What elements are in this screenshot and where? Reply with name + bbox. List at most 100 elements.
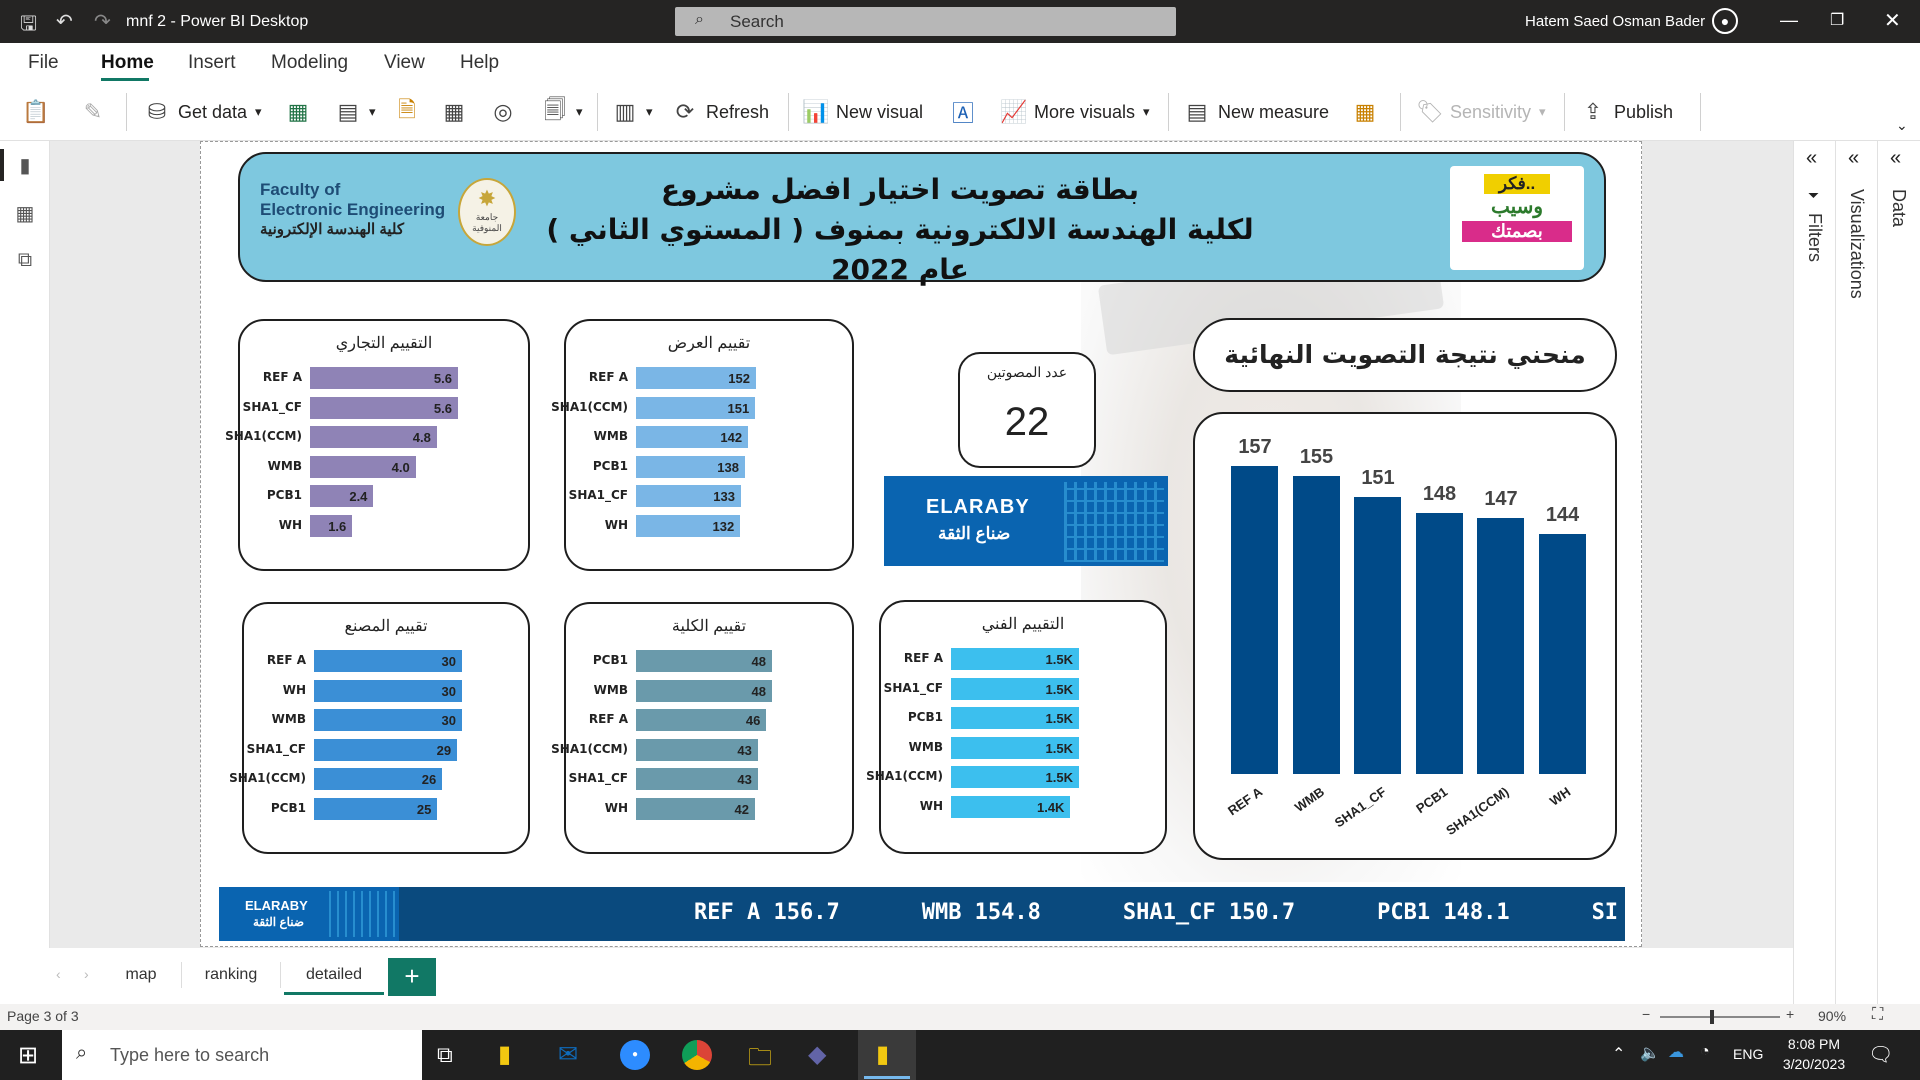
dataverse-button[interactable]: ◎ (490, 83, 516, 141)
tab-ranking[interactable]: ranking (190, 956, 272, 994)
sql-button[interactable]: 🗎 (394, 83, 420, 141)
volume-icon[interactable]: 🔈 (1640, 1043, 1660, 1063)
tab-map[interactable]: map (106, 956, 176, 994)
restore-icon[interactable]: ❐ (1830, 10, 1844, 30)
model-view-icon[interactable]: ⧉ (12, 249, 38, 275)
bar[interactable]: 1.5K (951, 766, 1079, 788)
windows-start-icon[interactable]: ⊞ (18, 1041, 38, 1070)
card-commercial-rating[interactable]: التقييم التجاري REF A 5.6 SHA1_CF 5.6 SHA1(CC… (225, 319, 530, 571)
bar[interactable]: 1.6 (310, 514, 353, 537)
wifi-icon[interactable]: ◔ (1700, 1043, 1710, 1061)
bar-row[interactable]: REF A 152 (589, 367, 756, 389)
powerbi-active-icon[interactable]: ▮ (876, 1040, 889, 1069)
bar-row[interactable]: SHA1(CCM) 151 (551, 396, 756, 419)
bar-row[interactable]: SHA1(CCM) 4.8 (225, 426, 458, 448)
bar[interactable]: 1.5K (951, 736, 1079, 759)
bar[interactable]: 2.4 (310, 485, 374, 507)
close-icon[interactable]: ✕ (1884, 8, 1901, 33)
column-bar[interactable] (1477, 518, 1524, 774)
excel-button[interactable]: ▦ (285, 83, 311, 141)
bar-row[interactable]: SHA1(CCM) 1.5K (866, 766, 1079, 788)
sensitivity-button[interactable]: 🏷 Sensitivity ▾ (1416, 83, 1546, 141)
bar[interactable]: 132 (636, 514, 741, 537)
outlook-icon[interactable]: ✉ (558, 1040, 578, 1069)
bar[interactable]: 5.6 (310, 367, 458, 389)
next-page-icon[interactable]: › (84, 966, 89, 982)
bar[interactable]: 4.8 (310, 426, 437, 448)
bar[interactable]: 152 (636, 367, 756, 389)
paste-button[interactable]: 📋 (22, 83, 49, 141)
datahub-button[interactable]: ▤ ▾ (335, 83, 376, 141)
zoom-slider-handle[interactable] (1710, 1010, 1714, 1024)
bar-row[interactable]: SHA1_CF 5.6 (243, 396, 458, 419)
bar-row[interactable]: REF A 46 (589, 709, 772, 731)
bar[interactable]: 138 (636, 455, 745, 478)
quick-measure-button[interactable]: ▦ (1352, 83, 1378, 141)
enter-data-button[interactable]: ▦ (441, 83, 467, 141)
expand-icon[interactable]: « (1806, 147, 1817, 170)
bar-row[interactable]: WMB 30 (272, 709, 462, 731)
bar-row[interactable]: PCB1 48 (593, 650, 772, 672)
bar[interactable]: 42 (636, 797, 755, 820)
filters-pane[interactable]: « ⏷ Filters (1794, 141, 1836, 1004)
column-bar[interactable] (1231, 466, 1278, 774)
menu-insert[interactable]: Insert (188, 52, 236, 74)
taskbar-search[interactable]: ⌕ Type here to search (62, 1030, 422, 1080)
bar-row[interactable]: REF A 1.5K (904, 648, 1079, 670)
bar-row[interactable]: WH 42 (605, 797, 772, 820)
menu-file[interactable]: File (28, 52, 59, 74)
zoom-app-icon[interactable]: ● (620, 1040, 650, 1070)
menu-help[interactable]: Help (460, 52, 499, 74)
language-indicator[interactable]: ENG (1733, 1046, 1763, 1062)
add-page-button[interactable]: + (388, 958, 436, 996)
redo-icon[interactable]: ↷ (94, 9, 111, 34)
get-data-button[interactable]: ⛁ Get data ▾ (144, 83, 262, 141)
bar[interactable]: 29 (314, 738, 458, 761)
bar-row[interactable]: WH 1.6 (279, 514, 458, 537)
menu-modeling[interactable]: Modeling (271, 52, 348, 74)
final-result-chart[interactable]: 157 REF A 155 WMB 151 SHA1_CF 148 PCB1 147 SHA1(C… (1193, 412, 1617, 860)
bar-row[interactable]: WMB 1.5K (909, 736, 1079, 759)
chrome-icon[interactable] (682, 1040, 712, 1070)
publish-button[interactable]: ⇪ Publish (1580, 83, 1673, 141)
zoom-in-icon[interactable]: + (1786, 1006, 1794, 1022)
bar-row[interactable]: PCB1 138 (593, 455, 756, 478)
recent-sources-button[interactable]: 🗐 ▾ (542, 83, 583, 141)
bar[interactable]: 25 (314, 797, 438, 820)
bar[interactable]: 133 (636, 485, 741, 507)
bar-row[interactable]: WMB 142 (594, 426, 756, 448)
column-bar[interactable] (1354, 497, 1401, 774)
bar[interactable]: 1.4K (951, 795, 1071, 818)
tray-chevron-icon[interactable]: ⌃ (1612, 1044, 1625, 1064)
bar-row[interactable]: REF A 30 (267, 650, 462, 672)
menu-view[interactable]: View (384, 52, 425, 74)
bar[interactable]: 4.0 (310, 455, 416, 478)
powerbi-taskbar-icon[interactable]: ▮ (498, 1040, 511, 1069)
expand-icon[interactable]: « (1890, 147, 1901, 170)
zoom-slider[interactable] (1660, 1016, 1780, 1018)
expand-icon[interactable]: « (1848, 147, 1859, 170)
bar[interactable]: 5.6 (310, 396, 458, 419)
format-painter-button[interactable]: ✎ (80, 83, 106, 141)
card-faculty-rating[interactable]: تقييم الكلية PCB1 48 WMB 48 REF A 46 SHA1(CCM) 4… (551, 602, 854, 854)
bar-row[interactable]: WH 30 (283, 679, 462, 702)
bar-row[interactable]: WH 132 (605, 514, 756, 537)
card-presentation-rating[interactable]: تقييم العرض REF A 152 SHA1(CCM) 151 WMB 142 PCB… (551, 319, 854, 571)
bar-row[interactable]: PCB1 2.4 (267, 485, 458, 507)
zoom-out-icon[interactable]: − (1642, 1006, 1650, 1022)
avatar-icon[interactable]: ● (1712, 8, 1738, 34)
notifications-icon[interactable]: 🗨 (1868, 1042, 1893, 1067)
transform-button[interactable]: ▥ ▾ (612, 83, 653, 141)
voters-card[interactable]: عدد المصوتين 22 (958, 352, 1096, 468)
card-technical-rating[interactable]: التقييم الفني REF A 1.5K SHA1_CF 1.5K PCB1 1.5… (866, 600, 1167, 854)
bar-row[interactable]: WH 1.4K (920, 795, 1079, 818)
search-box[interactable]: ⌕ Search (675, 7, 1176, 36)
bar[interactable]: 48 (636, 650, 772, 672)
column-bar[interactable] (1292, 476, 1340, 774)
new-measure-button[interactable]: ▤ New measure (1184, 83, 1329, 141)
bar[interactable]: 46 (636, 709, 767, 731)
tab-detailed[interactable]: detailed (284, 956, 384, 994)
fit-to-page-icon[interactable]: ⛶ (1872, 1006, 1883, 1024)
refresh-button[interactable]: ⟳ Refresh (672, 83, 769, 141)
bar[interactable]: 26 (314, 768, 443, 790)
